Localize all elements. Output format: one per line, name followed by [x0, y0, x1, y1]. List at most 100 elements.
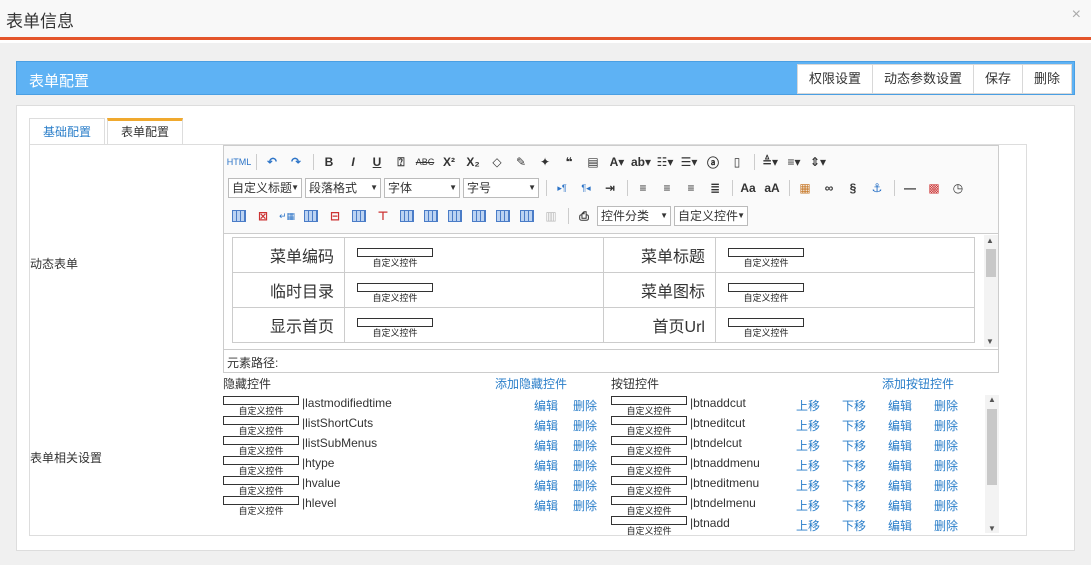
print-icon[interactable]: ⎙ — [573, 206, 595, 226]
custom-control[interactable]: 自定义控件 — [728, 248, 804, 268]
delete-link[interactable]: 删除 — [934, 477, 958, 494]
highlight-icon[interactable]: ab▾ — [630, 152, 652, 172]
delete-link[interactable]: 删除 — [573, 497, 597, 514]
move-down-link[interactable]: 下移 — [842, 477, 866, 494]
move-up-link[interactable]: 上移 — [796, 517, 820, 534]
custom-control[interactable]: 自定义控件 — [223, 416, 299, 436]
custom-control[interactable]: 自定义控件 — [728, 283, 804, 303]
charts-icon[interactable]: ▥ — [540, 206, 562, 226]
underline-icon[interactable]: U — [366, 152, 388, 172]
editor-scrollbar[interactable]: ▲ ▼ — [984, 235, 998, 347]
move-down-link[interactable]: 下移 — [842, 497, 866, 514]
delete-link[interactable]: 删除 — [934, 457, 958, 474]
edit-link[interactable]: 编辑 — [888, 457, 912, 474]
delete-link[interactable]: 删除 — [934, 517, 958, 534]
custom-control[interactable]: 自定义控件 — [611, 436, 687, 456]
custom-control[interactable]: 自定义控件 — [357, 318, 433, 338]
custom-control[interactable]: 自定义控件 — [223, 436, 299, 456]
merge-down-icon[interactable] — [444, 206, 466, 226]
custom-control[interactable]: 自定义控件 — [223, 396, 299, 416]
move-up-link[interactable]: 上移 — [796, 437, 820, 454]
bold-icon[interactable]: B — [318, 152, 340, 172]
move-down-link[interactable]: 下移 — [842, 457, 866, 474]
edit-link[interactable]: 编辑 — [888, 497, 912, 514]
merge-right-icon[interactable] — [420, 206, 442, 226]
insert-row-icon[interactable] — [300, 206, 322, 226]
font-size-select[interactable]: 字号 ▼ — [463, 178, 539, 198]
insert-table-icon[interactable] — [228, 206, 250, 226]
move-down-link[interactable]: 下移 — [842, 437, 866, 454]
editor-content[interactable]: 菜单编码 自定义控件 菜单标题 自定义控件 临时目录 自定义控件 菜单图标 自定义控件 显示首页… — [224, 235, 998, 347]
link-icon[interactable]: ∞ — [818, 178, 840, 198]
split-cols-icon[interactable] — [516, 206, 538, 226]
custom-control[interactable]: 自定义控件 — [223, 496, 299, 516]
custom-control[interactable]: 自定义控件 — [223, 456, 299, 476]
settings-scrollbar[interactable]: ▲ ▼ — [985, 395, 999, 533]
edit-link[interactable]: 编辑 — [534, 397, 558, 414]
horizontal-rule-icon[interactable]: — — [899, 178, 921, 198]
add-button-control-link[interactable]: 添加按钮控件 — [882, 375, 954, 392]
move-up-link[interactable]: 上移 — [796, 457, 820, 474]
date-icon[interactable]: ▩ — [923, 178, 945, 198]
align-left-icon[interactable]: ≡ — [632, 178, 654, 198]
edit-link[interactable]: 编辑 — [888, 477, 912, 494]
close-icon[interactable]: × — [1072, 6, 1081, 24]
case-upper-icon[interactable]: Aa — [737, 178, 759, 198]
move-up-link[interactable]: 上移 — [796, 417, 820, 434]
edit-link[interactable]: 编辑 — [888, 417, 912, 434]
split-rows-icon[interactable] — [492, 206, 514, 226]
edit-link[interactable]: 编辑 — [534, 477, 558, 494]
html-source-icon[interactable]: HTML — [227, 152, 252, 172]
anchor-text-icon[interactable]: ⓐ — [702, 152, 724, 172]
insert-col-icon[interactable] — [348, 206, 370, 226]
subscript-icon[interactable]: X₂ — [462, 152, 484, 172]
move-down-link[interactable]: 下移 — [842, 397, 866, 414]
custom-control[interactable]: 自定义控件 — [611, 496, 687, 516]
delete-table-icon[interactable]: ⊠ — [252, 206, 274, 226]
split-cells-icon[interactable] — [468, 206, 490, 226]
ordered-list-icon[interactable]: ☷▾ — [654, 152, 676, 172]
tab-basic-config[interactable]: 基础配置 — [29, 118, 106, 144]
align-justify-icon[interactable]: ≣ — [704, 178, 726, 198]
delete-link[interactable]: 删除 — [934, 497, 958, 514]
case-lower-icon[interactable]: aA — [761, 178, 783, 198]
edit-link[interactable]: 编辑 — [534, 497, 558, 514]
row-spacing-top-icon[interactable]: ≜▾ — [759, 152, 781, 172]
italic-icon[interactable]: I — [342, 152, 364, 172]
unordered-list-icon[interactable]: ☰▾ — [678, 152, 700, 172]
format-brush-icon[interactable]: ✎ — [510, 152, 532, 172]
move-down-link[interactable]: 下移 — [842, 517, 866, 534]
custom-control[interactable]: 自定义控件 — [611, 416, 687, 436]
dynamic-params-button[interactable]: 动态参数设置 — [871, 64, 974, 94]
undo-icon[interactable]: ↶ — [261, 152, 283, 172]
move-up-link[interactable]: 上移 — [796, 397, 820, 414]
superscript-icon[interactable]: X² — [438, 152, 460, 172]
insert-paragraph-before-table-icon[interactable]: ↵▦ — [276, 206, 298, 226]
edit-link[interactable]: 编辑 — [888, 437, 912, 454]
custom-control[interactable]: 自定义控件 — [611, 396, 687, 416]
delete-link[interactable]: 删除 — [573, 437, 597, 454]
custom-control[interactable]: 自定义控件 — [728, 318, 804, 338]
ltr-icon[interactable]: ▸¶ — [551, 178, 573, 198]
custom-control-select[interactable]: 自定义控件 ▼ — [674, 206, 748, 226]
delete-link[interactable]: 删除 — [934, 417, 958, 434]
move-up-link[interactable]: 上移 — [796, 477, 820, 494]
edit-link[interactable]: 编辑 — [534, 457, 558, 474]
tab-form-config[interactable]: 表单配置 — [107, 118, 184, 144]
align-center-icon[interactable]: ≡ — [656, 178, 678, 198]
move-up-link[interactable]: 上移 — [796, 497, 820, 514]
delete-link[interactable]: 删除 — [934, 437, 958, 454]
page-icon[interactable]: ▯ — [726, 152, 748, 172]
control-category-select[interactable]: 控件分类 ▼ — [597, 206, 671, 226]
add-hidden-control-link[interactable]: 添加隐藏控件 — [495, 375, 567, 392]
quote-icon[interactable]: ❝ — [558, 152, 580, 172]
edit-link[interactable]: 编辑 — [888, 517, 912, 534]
indent-icon[interactable]: ⇥ — [599, 178, 621, 198]
edit-link[interactable]: 编辑 — [888, 397, 912, 414]
border-text-icon[interactable]: ⍰ — [390, 152, 412, 172]
delete-link[interactable]: 删除 — [573, 477, 597, 494]
line-height-icon[interactable]: ⇕▾ — [807, 152, 829, 172]
custom-control[interactable]: 自定义控件 — [223, 476, 299, 496]
align-right-icon[interactable]: ≡ — [680, 178, 702, 198]
delete-button[interactable]: 删除 — [1021, 64, 1072, 94]
